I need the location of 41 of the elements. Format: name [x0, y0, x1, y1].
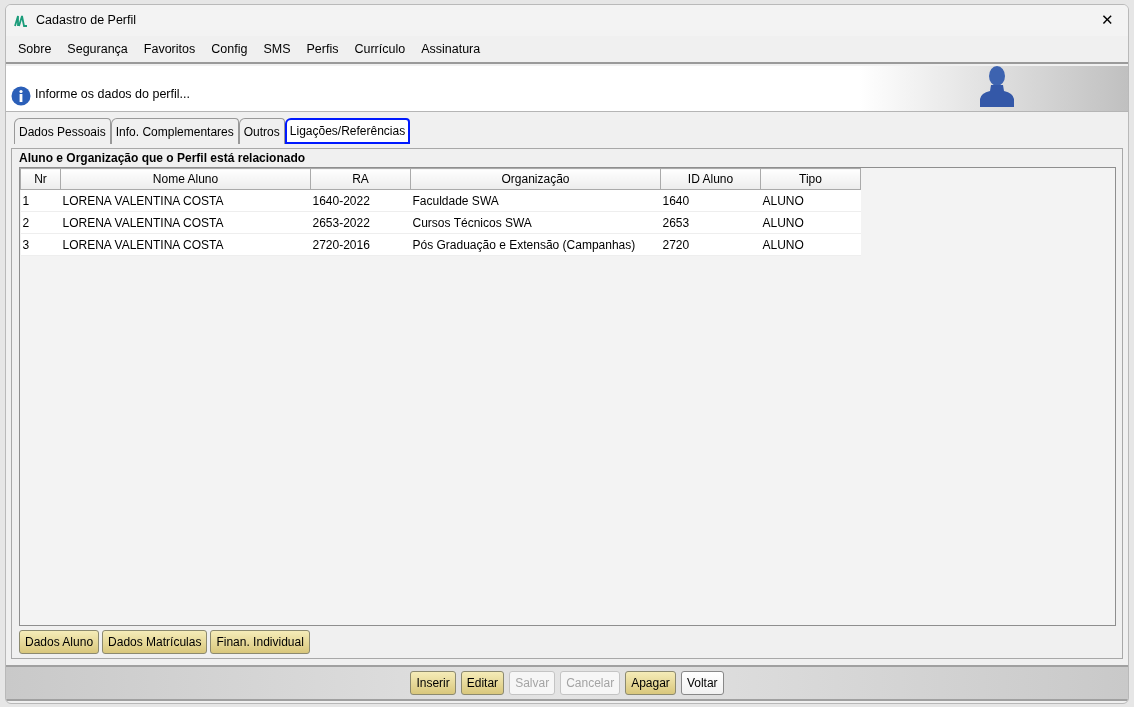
window-title: Cadastro de Perfil	[36, 12, 137, 30]
table-cell: Cursos Técnicos SWA	[410, 211, 661, 234]
table-cell: LORENA VALENTINA COSTA	[60, 189, 311, 212]
menu-item[interactable]: SMS	[255, 37, 299, 61]
table-cell: LORENA VALENTINA COSTA	[60, 211, 311, 234]
info-icon	[11, 86, 31, 106]
column-header: ID Aluno	[660, 168, 761, 190]
tab[interactable]: Outros	[238, 118, 285, 144]
column-header: Organização	[410, 168, 661, 190]
action-button[interactable]: Dados Matrículas	[102, 630, 208, 654]
column-header: Nome Aluno	[60, 168, 311, 190]
column-header: Tipo	[760, 168, 861, 190]
action-button[interactable]: Dados Aluno	[19, 630, 100, 654]
close-button[interactable]: ✕	[1095, 9, 1120, 32]
column-header: Nr	[20, 168, 61, 190]
menu-item[interactable]: Sobre	[10, 37, 60, 61]
table-cell: 3	[20, 233, 61, 256]
app-logo-icon	[14, 14, 28, 27]
tab[interactable]: Dados Pessoais	[14, 118, 111, 144]
action-button[interactable]: Voltar	[680, 671, 724, 695]
action-button[interactable]: Inserir	[410, 671, 456, 695]
tab[interactable]: Ligações/Referências	[284, 118, 411, 144]
menu-item[interactable]: Perfis	[298, 37, 347, 61]
group-title: Aluno e Organização que o Perfil está relacionado	[19, 151, 306, 165]
table-cell: Faculdade SWA	[410, 189, 661, 212]
tab[interactable]: Info. Complementares	[110, 118, 239, 144]
header-message: Informe os dados do perfil...	[35, 86, 190, 104]
user-icon	[980, 65, 1014, 107]
menu-item[interactable]: Currículo	[346, 37, 414, 61]
action-button[interactable]: Finan. Individual	[210, 630, 310, 654]
menu-item[interactable]: Favoritos	[135, 37, 204, 61]
table-cell: 1	[20, 189, 61, 212]
table-cell: 2	[20, 211, 61, 234]
action-button[interactable]: Editar	[460, 671, 505, 695]
table-cell: LORENA VALENTINA COSTA	[60, 233, 311, 256]
menu-item[interactable]: Segurança	[59, 37, 136, 61]
column-header: RA	[310, 168, 411, 190]
menu-item[interactable]: Assinatura	[413, 37, 489, 61]
menu-item[interactable]: Config	[203, 37, 256, 61]
action-button[interactable]: Apagar	[625, 671, 676, 695]
table-cell: Pós Graduação e Extensão (Campanhas)	[410, 233, 661, 256]
